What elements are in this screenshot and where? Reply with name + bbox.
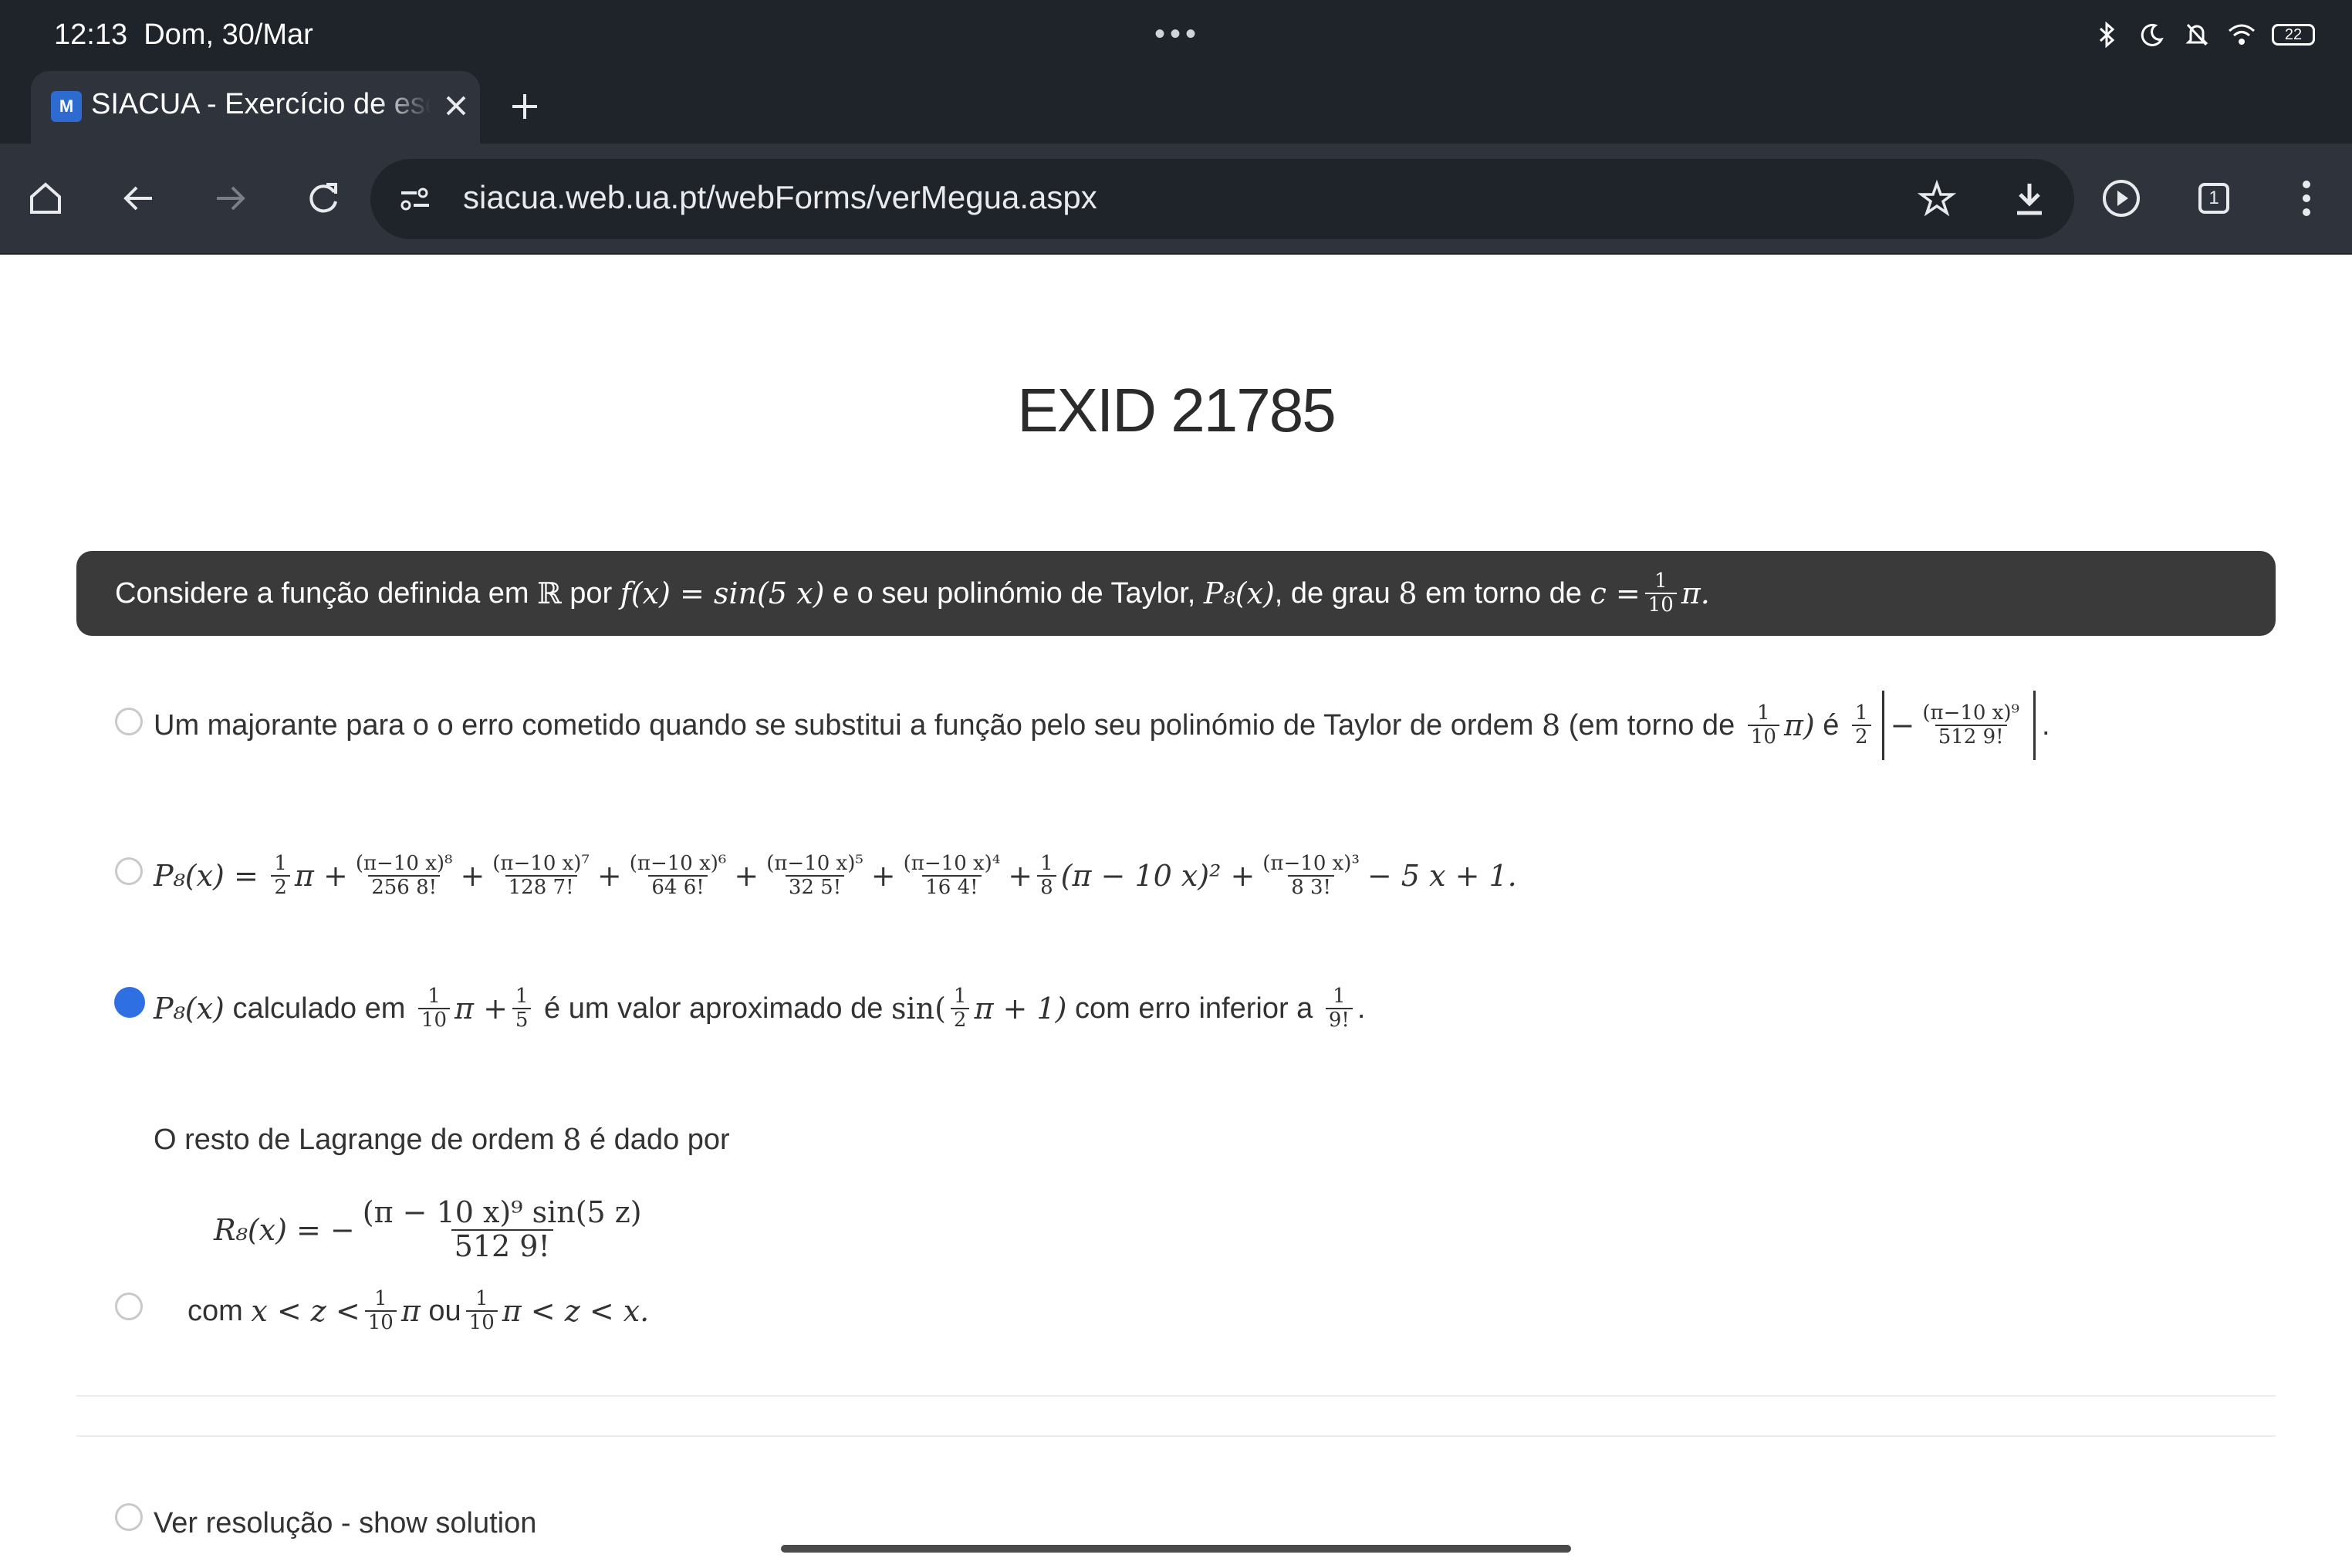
browser-toolbar: siacua.web.ua.pt/webForms/verMegua.aspx …: [0, 144, 2352, 253]
download-icon[interactable]: [2008, 177, 2051, 221]
forward-arrow-icon[interactable]: [204, 171, 258, 225]
question-text: Considere a função definida em ℝ por f(x…: [115, 569, 1710, 617]
siacua-favicon-icon: M: [51, 91, 82, 122]
bookmark-star-icon[interactable]: [1915, 177, 1958, 221]
site-settings-icon[interactable]: [397, 181, 434, 218]
tab-count: 1: [2198, 183, 2229, 214]
reload-icon[interactable]: [296, 171, 350, 225]
option-b-radio[interactable]: [115, 857, 143, 885]
moon-icon: [2137, 20, 2167, 49]
new-tab-icon[interactable]: [503, 85, 546, 128]
abs-bar-right: [2033, 691, 2036, 760]
tab-switcher-icon[interactable]: 1: [2187, 171, 2241, 225]
back-arrow-icon[interactable]: [111, 171, 165, 225]
url-text[interactable]: siacua.web.ua.pt/webForms/verMegua.aspx: [463, 179, 1097, 216]
home-icon[interactable]: [19, 171, 73, 225]
wifi-icon: [2227, 20, 2256, 49]
option-d-radio[interactable]: [115, 1293, 143, 1320]
tab-strip: M SIACUA - Exercício de escolha múltipla: [0, 69, 2352, 144]
address-bar[interactable]: siacua.web.ua.pt/webForms/verMegua.aspx: [370, 159, 2074, 239]
option-d-text: O resto de Lagrange de ordem 8 é dado po…: [154, 1115, 730, 1342]
lagrange-intro: O resto de Lagrange de ordem 8 é dado po…: [154, 1123, 730, 1157]
status-time-date: 12:13 Dom, 30/Mar: [54, 19, 313, 51]
status-bar: 12:13 Dom, 30/Mar ••• 22: [0, 0, 2352, 69]
window-handle-dots[interactable]: •••: [1154, 17, 1201, 52]
more-menu-icon[interactable]: [2279, 171, 2333, 225]
lagrange-formula: R₈(x) = − (π − 10 x)⁹ sin(5 z) 512 9!: [214, 1195, 642, 1263]
option-a-radio[interactable]: [115, 708, 143, 735]
question-banner: Considere a função definida em ℝ por f(x…: [76, 551, 2276, 636]
tab-title: SIACUA - Exercício de escolha múltipla: [91, 88, 431, 121]
option-a-text: Um majorante para o o erro cometido quan…: [154, 691, 2050, 760]
battery-icon: 22: [2272, 24, 2315, 46]
divider: [76, 1395, 2276, 1397]
browser-tab[interactable]: M SIACUA - Exercício de escolha múltipla: [31, 71, 480, 144]
bluetooth-icon: [2093, 20, 2122, 49]
play-circle-icon[interactable]: [2094, 171, 2148, 225]
show-solution-radio[interactable]: [115, 1503, 143, 1531]
divider: [76, 1435, 2276, 1437]
lagrange-condition: com x < z < 1 10 π ou 1 10 π < z < x.: [188, 1287, 650, 1334]
abs-bar-left: [1881, 691, 1884, 760]
show-solution-label[interactable]: Ver resolução - show solution: [154, 1500, 536, 1546]
page-title: EXID 21785: [1017, 376, 1336, 444]
option-c-text: P₈(x) calculado em 1 10 π + 15 é um valor…: [154, 985, 1366, 1032]
browser-chrome: 12:13 Dom, 30/Mar ••• 22 M SIACUA - Exer…: [0, 0, 2352, 255]
home-indicator[interactable]: [781, 1545, 1571, 1553]
close-tab-icon[interactable]: [438, 88, 474, 123]
option-b-text: P₈(x) = 12 π + (π−10 x)⁸ 256 8! + (π−10 x…: [154, 852, 1517, 899]
bell-off-icon: [2182, 20, 2212, 49]
option-c-radio[interactable]: [114, 987, 145, 1018]
